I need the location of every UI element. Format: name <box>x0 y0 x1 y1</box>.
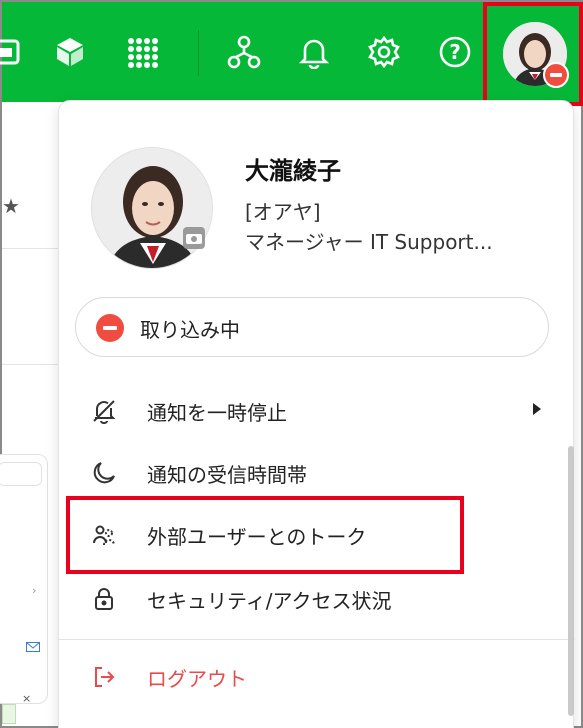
chevron-right-icon[interactable]: › <box>32 584 36 597</box>
user-avatar-button[interactable] <box>483 2 583 106</box>
menu-item-label: 通知を一時停止 <box>147 401 287 425</box>
profile-photo[interactable] <box>91 147 213 269</box>
status-selector[interactable]: 取り込み中 <box>75 297 549 357</box>
app-square-icon[interactable] <box>0 32 26 72</box>
cube-icon[interactable] <box>50 32 90 72</box>
highlight-annotation <box>66 496 464 574</box>
logout-icon <box>91 664 117 690</box>
help-icon[interactable]: ? <box>435 32 475 72</box>
menu-item-label: 通知の受信時間帯 <box>147 463 307 487</box>
gear-icon[interactable] <box>364 32 404 72</box>
logout-label: ログアウト <box>147 667 247 691</box>
menu-item-security[interactable]: セキュリティ/アクセス状況 <box>59 569 575 629</box>
app-grid-icon[interactable] <box>122 32 162 72</box>
camera-icon[interactable] <box>183 227 205 249</box>
menu-item-label: セキュリティ/アクセス状況 <box>147 589 392 613</box>
submenu-arrow-icon <box>533 403 541 415</box>
moon-icon <box>91 460 117 486</box>
account-dropdown-menu: 大瀧綾子 [オアヤ] マネージャー IT Support... 取り込み中 通知… <box>58 100 575 728</box>
bg-divider <box>2 248 58 249</box>
bg-divider <box>2 364 58 365</box>
menu-divider <box>59 639 575 640</box>
status-label: 取り込み中 <box>140 318 240 342</box>
bg-thumbnail <box>2 704 16 724</box>
close-icon[interactable]: × <box>22 692 31 705</box>
bell-icon[interactable] <box>294 32 334 72</box>
menu-item-notification-hours[interactable]: 通知の受信時間帯 <box>59 443 575 503</box>
top-header: ? <box>0 2 583 106</box>
profile-reading: [オアヤ] <box>245 200 321 224</box>
favorite-star-icon[interactable]: ★ <box>2 194 20 218</box>
help-glyph: ? <box>449 40 461 64</box>
busy-status-icon <box>96 314 124 342</box>
bg-input <box>0 462 42 486</box>
menu-scrollbar[interactable] <box>568 446 574 716</box>
profile-job-title: マネージャー IT Support... <box>245 230 493 254</box>
lock-icon <box>91 586 117 612</box>
busy-status-badge <box>543 62 569 88</box>
bg-card <box>0 454 48 704</box>
menu-item-logout[interactable]: ログアウト <box>59 647 575 707</box>
bell-off-icon <box>91 398 117 424</box>
mail-icon[interactable] <box>26 642 40 655</box>
profile-name: 大瀧綾子 <box>245 157 341 185</box>
org-chart-icon[interactable] <box>224 32 264 72</box>
header-divider <box>198 30 199 76</box>
menu-item-pause-notifications[interactable]: 通知を一時停止 <box>59 381 575 441</box>
